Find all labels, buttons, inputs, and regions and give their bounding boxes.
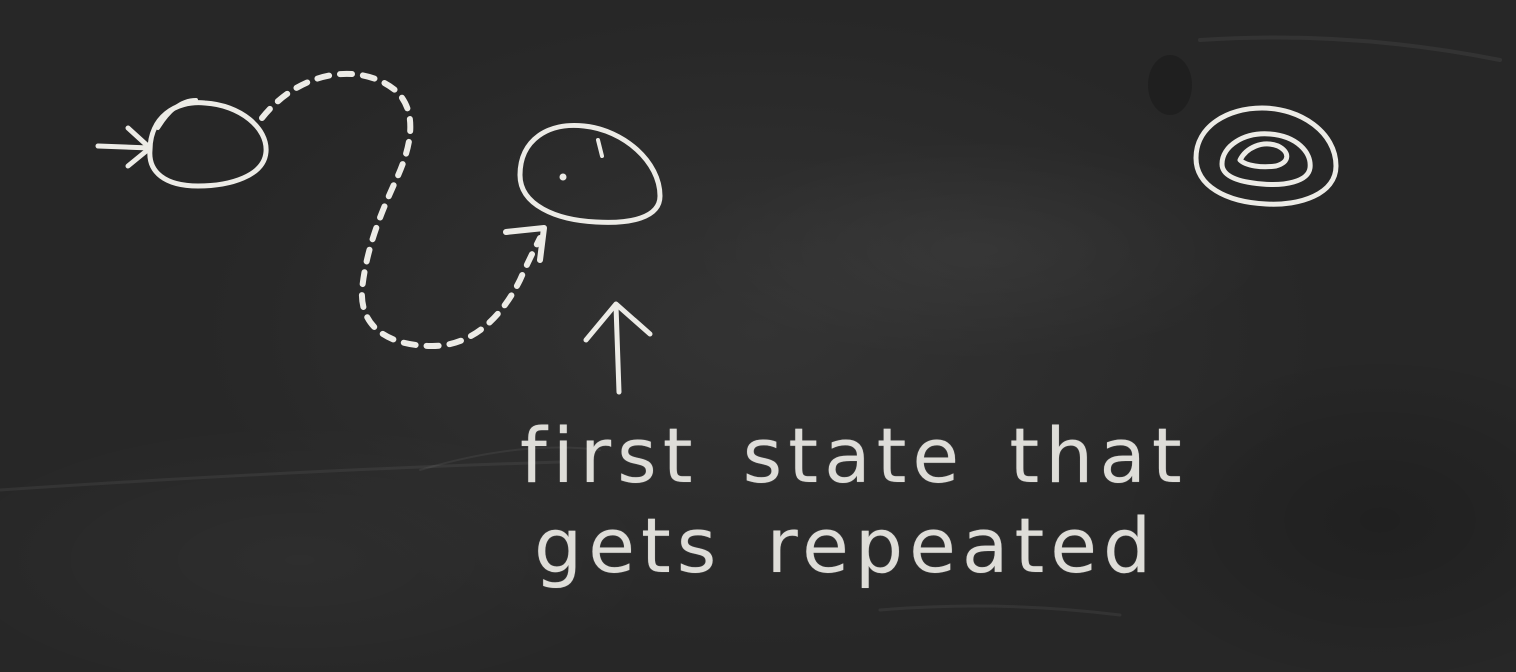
chalkboard: first state that gets repeated xyxy=(0,0,1516,672)
annotation-line-2: gets repeated xyxy=(534,501,1158,590)
dashed-transition-edge xyxy=(259,70,543,350)
entry-arrow-icon xyxy=(95,125,153,169)
dark-smudge xyxy=(1148,55,1192,115)
repeated-state-node xyxy=(517,122,663,225)
state-dot xyxy=(559,173,567,181)
nested-state-node xyxy=(1193,105,1339,207)
annotation-line-1: first state that xyxy=(520,411,1188,500)
start-state-node xyxy=(147,98,269,189)
pointer-arrow-icon xyxy=(583,301,653,395)
